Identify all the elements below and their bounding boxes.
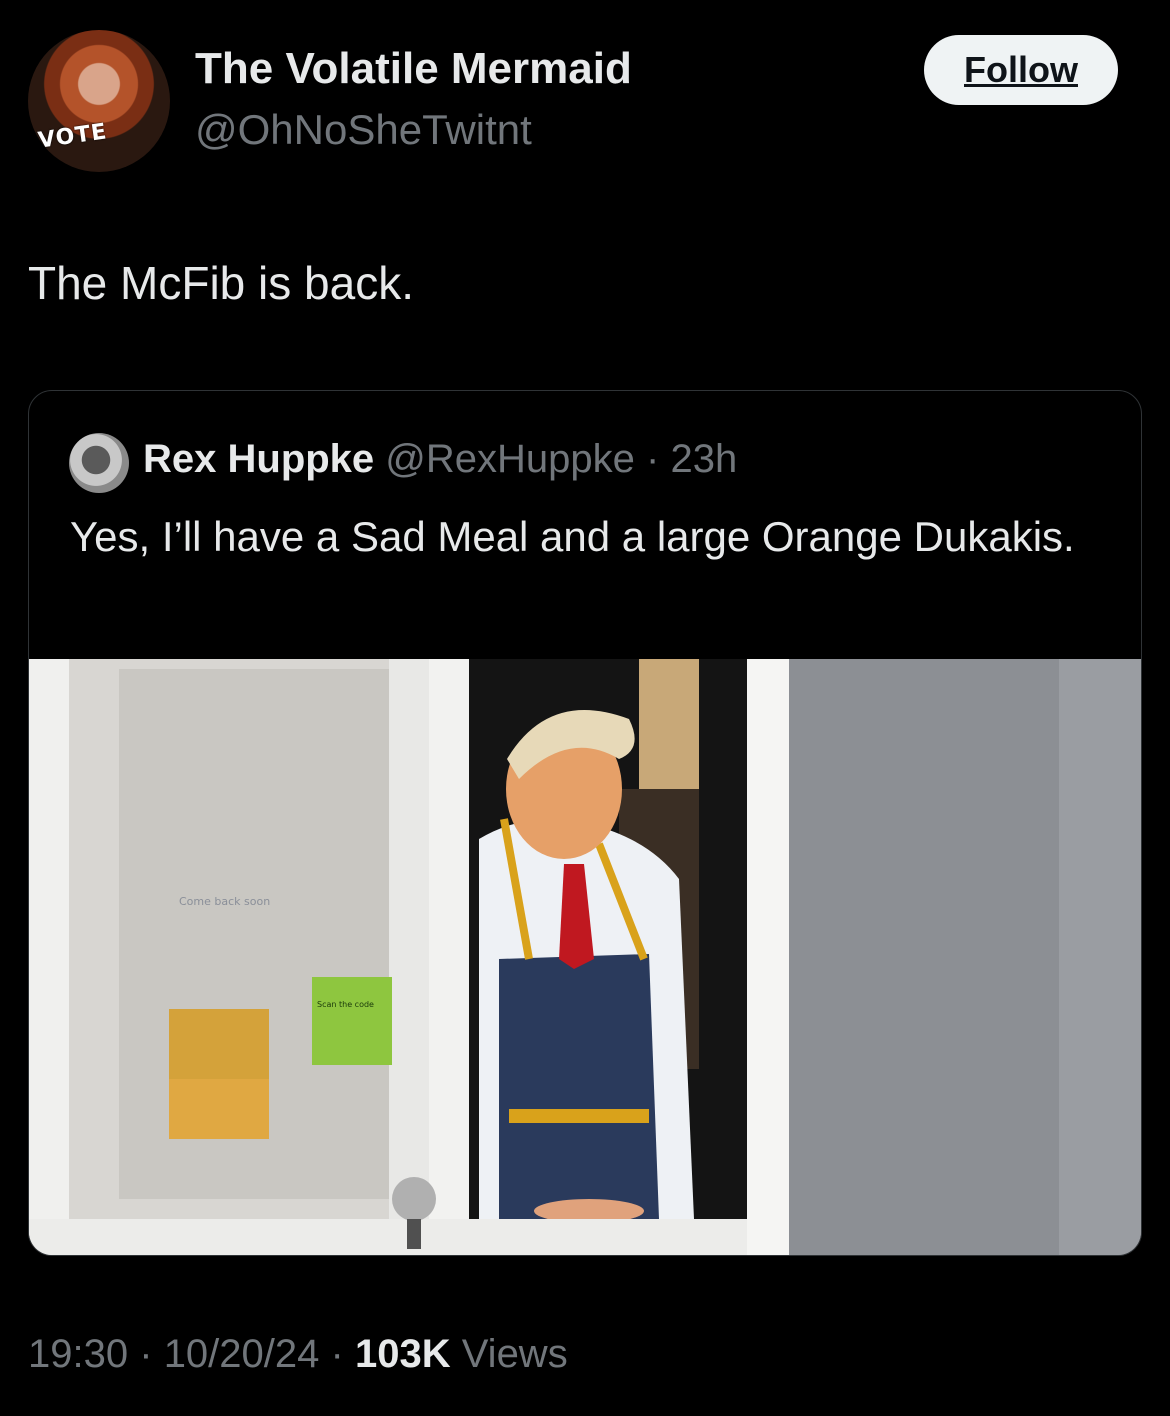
interior-lamp [639,659,699,789]
drive-thru-window-photo: Come back soon Scan the code [29,659,1141,1255]
header-separator: · [646,437,660,481]
navy-apron [499,954,659,1219]
center-frame-post [429,659,469,1219]
right-frame-post [747,659,789,1255]
quoted-tweet-text: Yes, I’ll have a Sad Meal and a large Or… [70,513,1075,560]
quoted-tweet-card[interactable]: Rex Huppke @RexHuppke · 23h Yes, I’ll ha… [28,390,1142,1256]
quoted-author-name[interactable]: Rex Huppke [143,437,374,481]
tweet-meta: 19:30 · 10/20/24 · 103K Views [28,1332,568,1377]
quoted-tweet-photo[interactable]: Come back soon Scan the code [29,659,1141,1255]
author-display-name[interactable]: The Volatile Mermaid [195,44,632,94]
bell-stand [407,1219,421,1249]
meta-separator: · [139,1332,153,1376]
quoted-tweet-age[interactable]: 23h [670,437,737,481]
box-sticker [169,1079,269,1139]
views-count: 103K [354,1332,451,1376]
tweet-date[interactable]: 10/20/24 [164,1332,320,1376]
author-handle[interactable]: @OhNoSheTwitnt [195,106,532,154]
quoted-tweet-header: Rex Huppke @RexHuppke · 23h [143,437,737,482]
meta-separator: · [330,1332,344,1376]
scan-code-sticker-text: Scan the code [317,1000,374,1009]
avatar-badge-text: VOTE [36,119,109,154]
quoted-author-avatar[interactable] [69,433,129,493]
apron-pocket-stripe [509,1109,649,1123]
tweet-text: The McFib is back. [28,257,414,309]
fries-sticker [169,1009,269,1089]
scan-code-sticker [312,977,392,1065]
window-mullion [389,659,429,1219]
author-avatar[interactable]: VOTE [28,30,170,172]
views-label: Views [461,1332,568,1376]
drive-thru-bell [392,1177,436,1221]
come-back-sign: Come back soon [179,895,270,908]
tweet-time[interactable]: 19:30 [28,1332,128,1376]
follow-button[interactable]: Follow [924,35,1118,105]
grey-wall-edge [1059,659,1141,1255]
quoted-author-handle[interactable]: @RexHuppke [385,437,635,481]
